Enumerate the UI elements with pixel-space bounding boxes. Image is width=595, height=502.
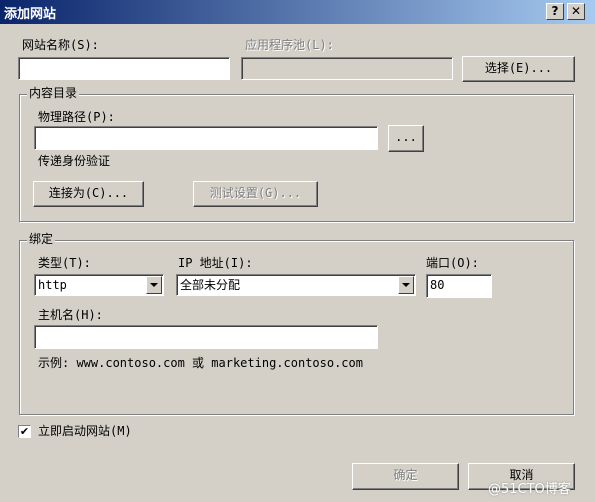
start-now-label[interactable]: 立即启动网站(M) [38,423,132,439]
port-label: 端口(O): [426,256,479,270]
checkmark-icon: ✔ [19,425,30,438]
site-name-input[interactable] [18,57,230,80]
binding-legend: 绑定 [27,232,56,246]
select-app-pool-button[interactable]: 选择(E)... [462,56,575,82]
app-pool-label: 应用程序池(L): [245,38,334,52]
ip-address-value: 全部未分配 [180,278,241,292]
chevron-down-icon[interactable] [146,276,162,294]
site-name-label: 网站名称(S): [22,38,99,52]
start-now-checkbox[interactable]: ✔ [18,425,31,438]
app-pool-field [241,57,453,80]
connect-as-button[interactable]: 连接为(C)... [33,181,144,207]
ok-button: 确定 [352,463,459,490]
hostname-input[interactable] [34,325,378,349]
physical-path-label: 物理路径(P): [38,110,115,124]
watermark: @51CTO博客 [488,482,571,497]
type-value: http [38,278,67,292]
ip-address-select[interactable]: 全部未分配 [176,274,416,296]
physical-path-input[interactable] [34,126,378,150]
title-bar [0,0,595,24]
browse-path-button[interactable]: ... [388,125,424,152]
pass-auth-label: 传递身份验证 [38,154,111,168]
help-button[interactable]: ? [546,3,564,20]
window-title: 添加网站 [4,7,57,22]
type-select[interactable]: http [34,274,164,296]
close-button[interactable]: ✕ [567,3,585,20]
help-icon: ? [551,4,559,18]
content-directory-legend: 内容目录 [27,86,80,100]
type-label: 类型(T): [38,256,91,270]
chevron-down-icon[interactable] [398,276,414,294]
test-settings-button: 测试设置(G)... [193,181,318,207]
ip-address-label: IP 地址(I): [178,256,253,270]
close-icon: ✕ [570,4,582,18]
hostname-label: 主机名(H): [38,308,103,322]
hostname-example: 示例: www.contoso.com 或 marketing.contoso.… [38,356,363,370]
port-input[interactable]: 80 [426,274,492,298]
